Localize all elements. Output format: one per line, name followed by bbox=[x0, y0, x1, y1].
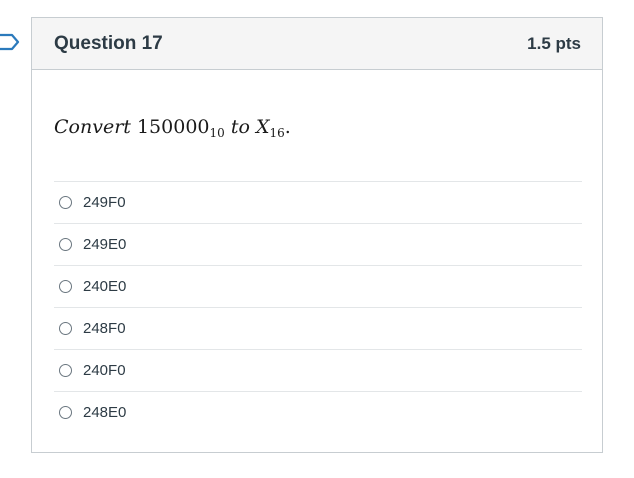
prompt-period: . bbox=[284, 116, 291, 138]
question-text: Convert 15000010 to X16. bbox=[54, 116, 291, 140]
answer-option[interactable]: 240F0 bbox=[54, 349, 582, 391]
answer-option[interactable]: 248E0 bbox=[54, 391, 582, 433]
prompt-variable-base: 16 bbox=[269, 126, 285, 140]
radio-button[interactable] bbox=[59, 196, 72, 209]
question-title: Question 17 bbox=[54, 32, 163, 54]
answer-label: 249F0 bbox=[83, 194, 126, 211]
answer-label: 240E0 bbox=[83, 278, 127, 295]
answer-list: 249F0 249E0 240E0 248F0 240F0 248E0 bbox=[54, 181, 582, 433]
prompt-word-to: to bbox=[230, 116, 250, 138]
prompt-variable: X bbox=[255, 116, 270, 138]
radio-button[interactable] bbox=[59, 406, 72, 419]
question-card: Question 17 1.5 pts Convert 15000010 to … bbox=[31, 17, 603, 453]
answer-label: 249E0 bbox=[83, 236, 127, 253]
flag-question-icon[interactable] bbox=[0, 33, 20, 51]
radio-button[interactable] bbox=[59, 280, 72, 293]
answer-option[interactable]: 248F0 bbox=[54, 307, 582, 349]
prompt-number: 150000 bbox=[136, 116, 210, 138]
answer-label: 248E0 bbox=[83, 404, 127, 421]
answer-option[interactable]: 249E0 bbox=[54, 223, 582, 265]
radio-button[interactable] bbox=[59, 238, 72, 251]
answer-label: 240F0 bbox=[83, 362, 126, 379]
prompt-number-base: 10 bbox=[209, 126, 225, 140]
question-header: Question 17 1.5 pts bbox=[32, 18, 602, 70]
radio-button[interactable] bbox=[59, 364, 72, 377]
prompt-word-convert: Convert bbox=[54, 116, 131, 138]
answer-label: 248F0 bbox=[83, 320, 126, 337]
radio-button[interactable] bbox=[59, 322, 72, 335]
answer-option[interactable]: 240E0 bbox=[54, 265, 582, 307]
quiz-page: Question 17 1.5 pts Convert 15000010 to … bbox=[0, 0, 634, 478]
answer-option[interactable]: 249F0 bbox=[54, 181, 582, 223]
question-points: 1.5 pts bbox=[527, 33, 581, 53]
